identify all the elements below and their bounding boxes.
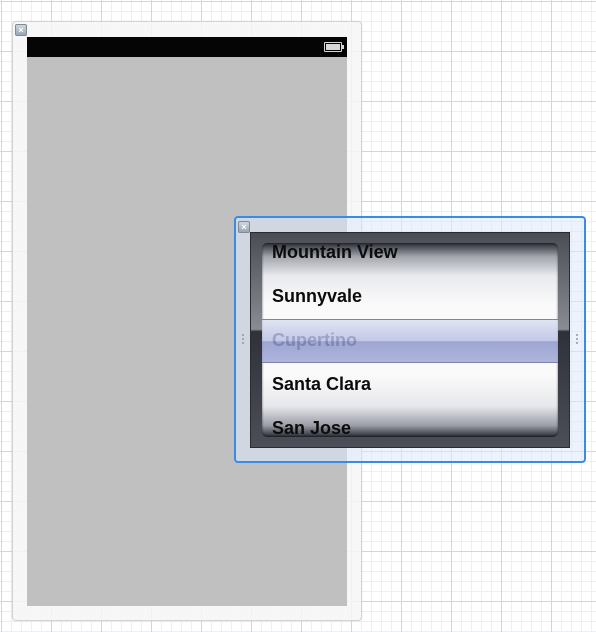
picker-row-santa-clara[interactable]: Santa Clara [272, 374, 371, 395]
right-resize-handle-icon[interactable] [575, 332, 579, 348]
picker-row-cupertino[interactable]: Cupertino [272, 330, 357, 351]
left-resize-handle-icon[interactable] [241, 332, 245, 348]
picker-view-selection[interactable]: × Mountain View Sunnyvale Cupertino Sant… [234, 216, 586, 463]
picker-row-mountain-view[interactable]: Mountain View [272, 243, 398, 263]
picker-wheel[interactable]: Mountain View Sunnyvale Cupertino Santa … [262, 243, 558, 437]
picker-close-icon[interactable]: × [238, 221, 250, 233]
picker-row-sunnyvale[interactable]: Sunnyvale [272, 286, 362, 307]
view-close-icon[interactable]: × [15, 24, 27, 36]
picker-view[interactable]: Mountain View Sunnyvale Cupertino Santa … [250, 232, 570, 448]
picker-row-san-jose[interactable]: San Jose [272, 418, 351, 437]
status-bar [27, 37, 347, 57]
battery-icon [324, 42, 344, 52]
